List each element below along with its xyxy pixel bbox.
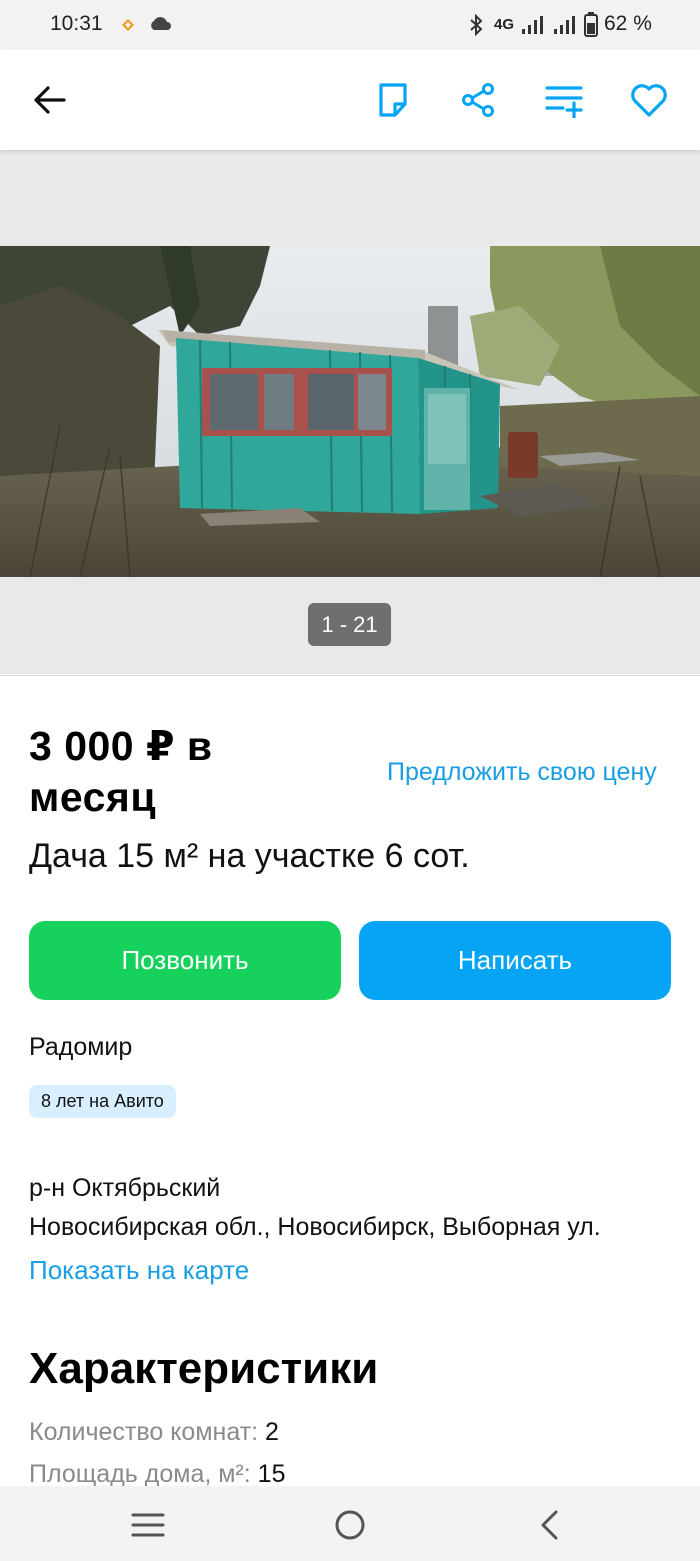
battery-percent: 62 % bbox=[604, 12, 652, 35]
spec-value: 15 bbox=[257, 1460, 286, 1488]
seller-badge: 8 лет на Авито bbox=[29, 1085, 176, 1118]
system-nav-bar bbox=[0, 1486, 700, 1561]
spec-row-house-area: Площадь дома, м²: 15 bbox=[29, 1460, 285, 1489]
spec-key: Площадь дома, м²: bbox=[29, 1460, 251, 1488]
home-icon bbox=[335, 1510, 365, 1540]
share-icon bbox=[462, 83, 494, 117]
address-full: Новосибирская обл., Новосибирск, Выборна… bbox=[29, 1213, 601, 1241]
home-button[interactable] bbox=[325, 1500, 375, 1550]
battery-icon bbox=[584, 12, 598, 37]
recent-apps-icon bbox=[131, 1513, 165, 1537]
spec-value: 2 bbox=[265, 1418, 279, 1446]
signal-icon bbox=[522, 16, 543, 34]
share-button[interactable] bbox=[453, 75, 503, 125]
notification-icon bbox=[122, 19, 134, 31]
listing-content: 3 000 ₽ в месяц Предложить свою цену Дач… bbox=[0, 675, 700, 1488]
compare-button[interactable] bbox=[539, 75, 589, 125]
bluetooth-icon bbox=[470, 14, 483, 36]
spec-row-rooms: Количество комнат: 2 bbox=[29, 1418, 279, 1447]
note-icon bbox=[379, 83, 407, 117]
favorite-heart-icon bbox=[631, 84, 667, 117]
status-time: 10:31 bbox=[50, 12, 103, 35]
listing-photo[interactable] bbox=[0, 246, 700, 577]
app-bar bbox=[0, 50, 700, 150]
characteristics-title: Характеристики bbox=[29, 1344, 379, 1393]
favorite-button[interactable] bbox=[624, 75, 674, 125]
recent-apps-button[interactable] bbox=[123, 1500, 173, 1550]
back-icon bbox=[541, 1510, 558, 1540]
photo-counter: 1 - 21 bbox=[308, 603, 391, 646]
photo-gallery[interactable]: 1 - 21 bbox=[0, 150, 700, 674]
call-button[interactable]: Позвонить bbox=[29, 921, 341, 1000]
note-button[interactable] bbox=[368, 75, 418, 125]
status-bar: 10:31 4G 62 % bbox=[0, 0, 700, 50]
network-type: 4G bbox=[494, 16, 515, 33]
listing-title: Дача 15 м² на участке 6 сот. bbox=[29, 837, 470, 875]
cloud-icon bbox=[151, 17, 171, 30]
nav-back-button[interactable] bbox=[525, 1500, 575, 1550]
listing-photo-image bbox=[0, 246, 700, 577]
compare-icon bbox=[545, 86, 583, 118]
back-arrow-icon bbox=[34, 86, 66, 114]
back-button[interactable] bbox=[25, 75, 75, 125]
offer-price-link[interactable]: Предложить свою цену bbox=[387, 753, 677, 791]
spec-key: Количество комнат: bbox=[29, 1418, 259, 1446]
seller-name[interactable]: Радомир bbox=[29, 1033, 132, 1062]
signal-icon bbox=[554, 16, 575, 34]
show-on-map-link[interactable]: Показать на карте bbox=[29, 1255, 249, 1286]
write-button[interactable]: Написать bbox=[359, 921, 671, 1000]
address-district: р-н Октябрьский bbox=[29, 1174, 221, 1202]
price: 3 000 ₽ в месяц bbox=[29, 723, 213, 820]
